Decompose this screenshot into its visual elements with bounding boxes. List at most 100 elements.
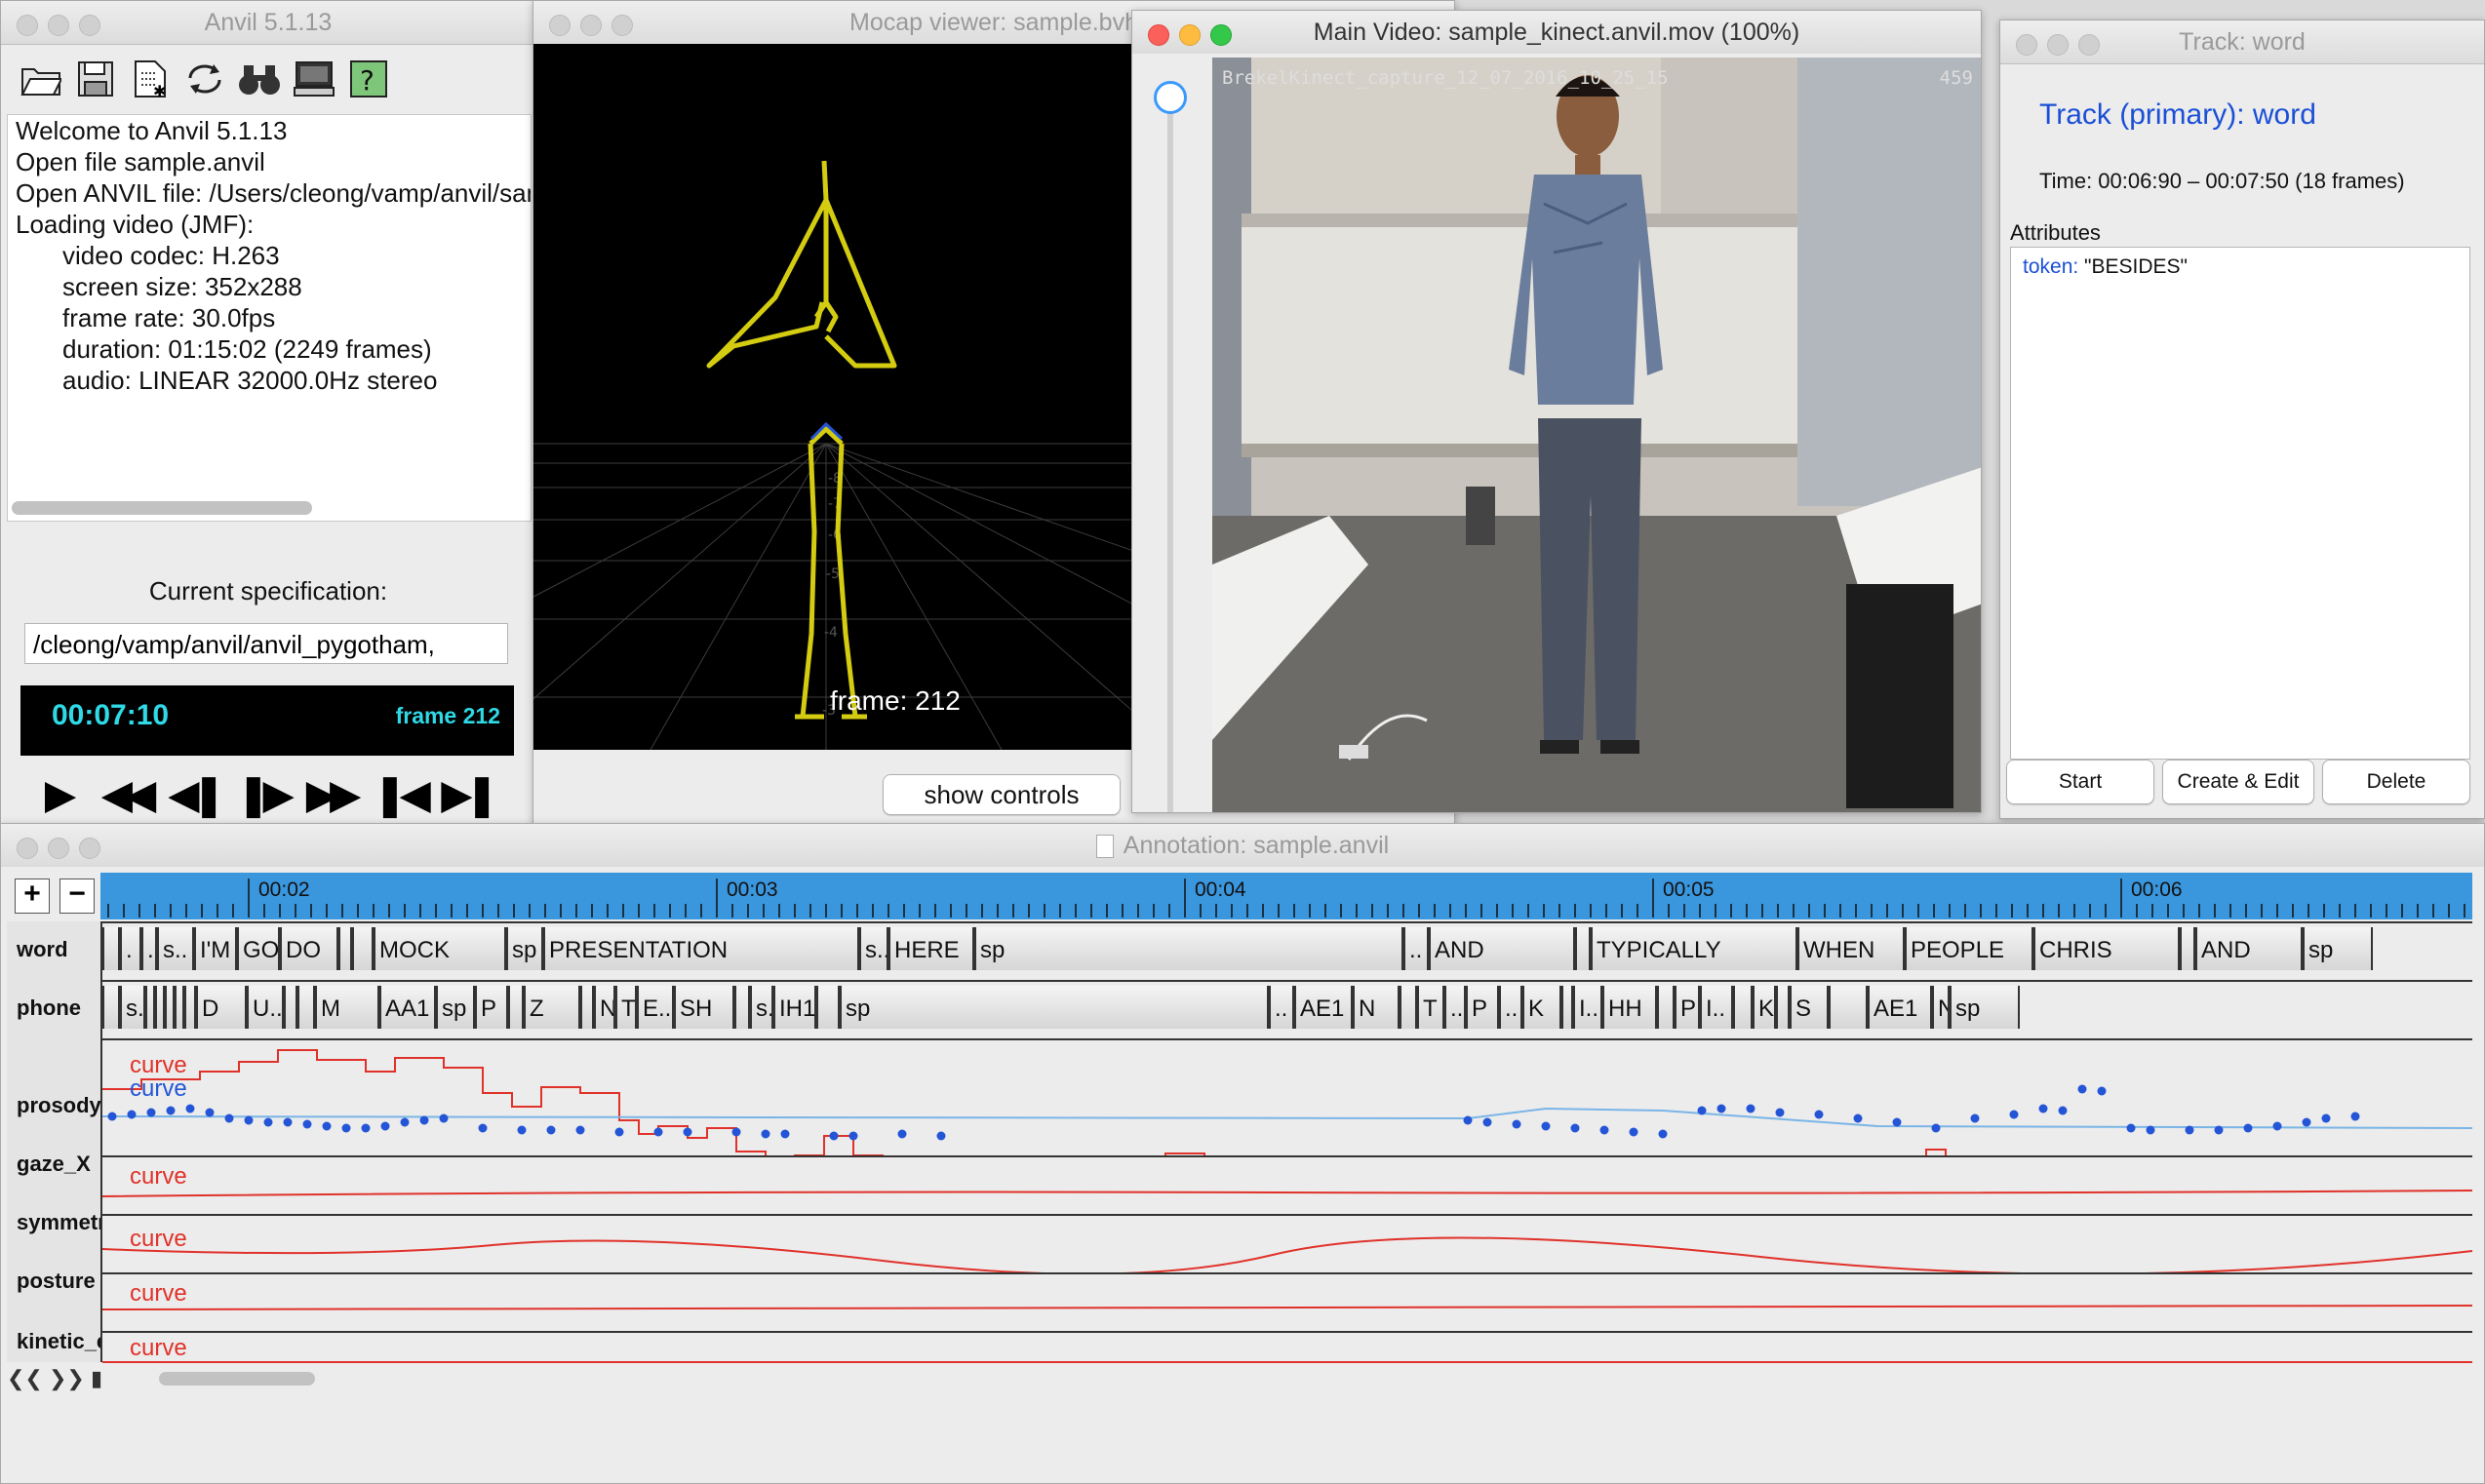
annotation-element[interactable]: AA1 <box>379 986 436 1029</box>
symmetry-track-lane[interactable]: curve <box>102 1214 2472 1272</box>
annotation-element[interactable]: .. <box>1403 927 1429 970</box>
log-horizontal-scrollbar[interactable] <box>12 501 312 515</box>
search-binoculars-icon[interactable] <box>235 55 284 103</box>
show-controls-button[interactable]: show controls <box>883 774 1121 815</box>
annotation-element[interactable]: WHEN <box>1797 927 1905 970</box>
annotation-element[interactable]: MOCK <box>374 927 506 970</box>
annotation-element[interactable]: .. <box>1269 986 1294 1029</box>
annotation-element[interactable] <box>1733 986 1753 1029</box>
annotation-element[interactable]: HERE <box>888 927 974 970</box>
annotation-element[interactable]: s.. <box>157 927 194 970</box>
attributes-panel[interactable]: token: "BESIDES" <box>2010 247 2470 760</box>
reload-icon[interactable] <box>180 55 229 103</box>
annotation-element[interactable]: AE1 <box>1294 986 1353 1029</box>
attribute-row[interactable]: token: "BESIDES" <box>2023 255 2188 279</box>
annotation-element[interactable]: TYPICALLY <box>1591 927 1797 970</box>
annotation-element[interactable]: sp <box>974 927 1403 970</box>
annotation-element[interactable]: sp <box>840 986 1269 1029</box>
annotation-element[interactable] <box>102 927 120 970</box>
annotation-element[interactable]: GO.. <box>237 927 280 970</box>
annotation-element[interactable]: HH <box>1602 986 1657 1029</box>
mocap-3d-view[interactable]: -8 -7 -6 -5 -4 -3 frame: 212 <box>533 44 1454 751</box>
time-ruler[interactable]: 00:02 00:03 00:04 00:05 00:06 <box>100 873 2472 919</box>
annotation-element[interactable]: T <box>615 986 637 1029</box>
track-name-symmetry[interactable]: symmetr <box>17 1210 100 1235</box>
annotation-element[interactable]: U.. <box>247 986 284 1029</box>
annotation-element[interactable]: s.. <box>120 986 145 1029</box>
annotation-element[interactable]: N <box>1932 986 1950 1029</box>
annotation-element[interactable]: sp <box>2303 927 2373 970</box>
annotation-element[interactable]: . <box>141 927 157 970</box>
annotation-element[interactable]: AND <box>2195 927 2303 970</box>
save-icon[interactable] <box>71 55 120 103</box>
annotation-element[interactable]: sp <box>1950 986 2020 1029</box>
annotation-element[interactable] <box>580 986 594 1029</box>
track-name-phone[interactable]: phone <box>17 996 100 1021</box>
annotation-element[interactable]: P <box>1675 986 1700 1029</box>
word-track-lane[interactable]: ..s..I'MGO..DOMOCKspPRESENTATIONs..HEREs… <box>102 921 2472 980</box>
annotation-element[interactable] <box>1829 986 1868 1029</box>
annotation-element[interactable]: T <box>1417 986 1444 1029</box>
to-start-button[interactable]: ❚◀ <box>364 765 432 822</box>
annotation-element[interactable]: .. <box>1444 986 1466 1029</box>
annotation-element[interactable]: M <box>315 986 379 1029</box>
nav-buttons[interactable]: ❮❮ ❯❯ ▮ <box>7 1366 102 1391</box>
annotation-element[interactable]: SH <box>674 986 734 1029</box>
annotation-element[interactable]: .. <box>1499 986 1522 1029</box>
phone-track-lane[interactable]: s..DU..MAA1spPZNTE..SHs..IH1sp..AE1NT..P… <box>102 980 2472 1038</box>
annotation-element[interactable]: K <box>1753 986 1776 1029</box>
annotation-element[interactable] <box>508 986 524 1029</box>
annotation-element[interactable]: N <box>1353 986 1400 1029</box>
track-name-word[interactable]: word <box>17 937 100 962</box>
annotation-titlebar[interactable]: Annotation: sample.anvil <box>1 824 2484 868</box>
annotation-element[interactable] <box>184 986 196 1029</box>
annotation-element[interactable] <box>102 986 120 1029</box>
spec-path-field[interactable]: /cleong/vamp/anvil/anvil_pygotham, <box>24 623 508 664</box>
annotation-horizontal-scrollbar[interactable] <box>159 1372 315 1386</box>
annotation-element[interactable] <box>1400 986 1417 1029</box>
annotation-element[interactable]: sp <box>436 986 475 1029</box>
annotation-element[interactable] <box>1657 986 1675 1029</box>
volume-slider-track[interactable] <box>1167 85 1173 812</box>
fast-back-button[interactable]: ◀◀ <box>91 765 159 822</box>
track-name-gaze-x[interactable]: gaze_X <box>17 1152 100 1177</box>
annotation-element[interactable] <box>734 986 750 1029</box>
track-name-posture[interactable]: posture <box>17 1269 100 1294</box>
annotation-element[interactable]: I.. <box>1573 986 1602 1029</box>
annotation-element[interactable]: Z <box>524 986 580 1029</box>
annotation-element[interactable]: PEOPLE <box>1905 927 2033 970</box>
zoom-out-button[interactable]: − <box>59 879 95 914</box>
annotation-element[interactable] <box>165 986 175 1029</box>
annotation-element[interactable]: S <box>1790 986 1829 1029</box>
monitor-icon[interactable] <box>290 55 338 103</box>
annotation-element[interactable] <box>352 927 374 970</box>
annotation-element[interactable] <box>297 986 315 1029</box>
annotation-element[interactable]: AE1 <box>1868 986 1932 1029</box>
volume-slider-knob[interactable] <box>1154 81 1187 114</box>
annotation-element[interactable]: D <box>196 986 247 1029</box>
annotation-element[interactable]: P <box>1466 986 1499 1029</box>
play-button[interactable]: ▶ <box>22 765 91 822</box>
annotation-element[interactable] <box>1776 986 1790 1029</box>
annotation-element[interactable] <box>284 986 297 1029</box>
annotation-element[interactable]: . <box>120 927 141 970</box>
delete-button[interactable]: Delete <box>2322 760 2470 804</box>
annotation-element[interactable] <box>338 927 352 970</box>
start-button[interactable]: Start <box>2006 760 2154 804</box>
annotation-element[interactable]: s.. <box>750 986 773 1029</box>
annotation-element[interactable] <box>145 986 155 1029</box>
annotation-element[interactable] <box>1575 927 1591 970</box>
annotation-element[interactable] <box>1561 986 1573 1029</box>
annotation-element[interactable]: sp <box>506 927 543 970</box>
annotation-element[interactable] <box>816 986 840 1029</box>
anvil-titlebar[interactable]: Anvil 5.1.13 <box>1 1 535 45</box>
posture-track-lane[interactable]: curve <box>102 1272 2472 1331</box>
create-edit-button[interactable]: Create & Edit <box>2162 760 2314 804</box>
annotation-element[interactable] <box>2180 927 2195 970</box>
annotation-element[interactable]: CHRIS <box>2033 927 2180 970</box>
annotation-element[interactable]: N <box>594 986 615 1029</box>
annotation-element[interactable]: PRESENTATION <box>543 927 859 970</box>
fast-forward-button[interactable]: ▶▶ <box>296 765 364 822</box>
kinetic-track-lane[interactable]: curve <box>102 1331 2472 1364</box>
to-end-button[interactable]: ▶❚ <box>432 765 500 822</box>
